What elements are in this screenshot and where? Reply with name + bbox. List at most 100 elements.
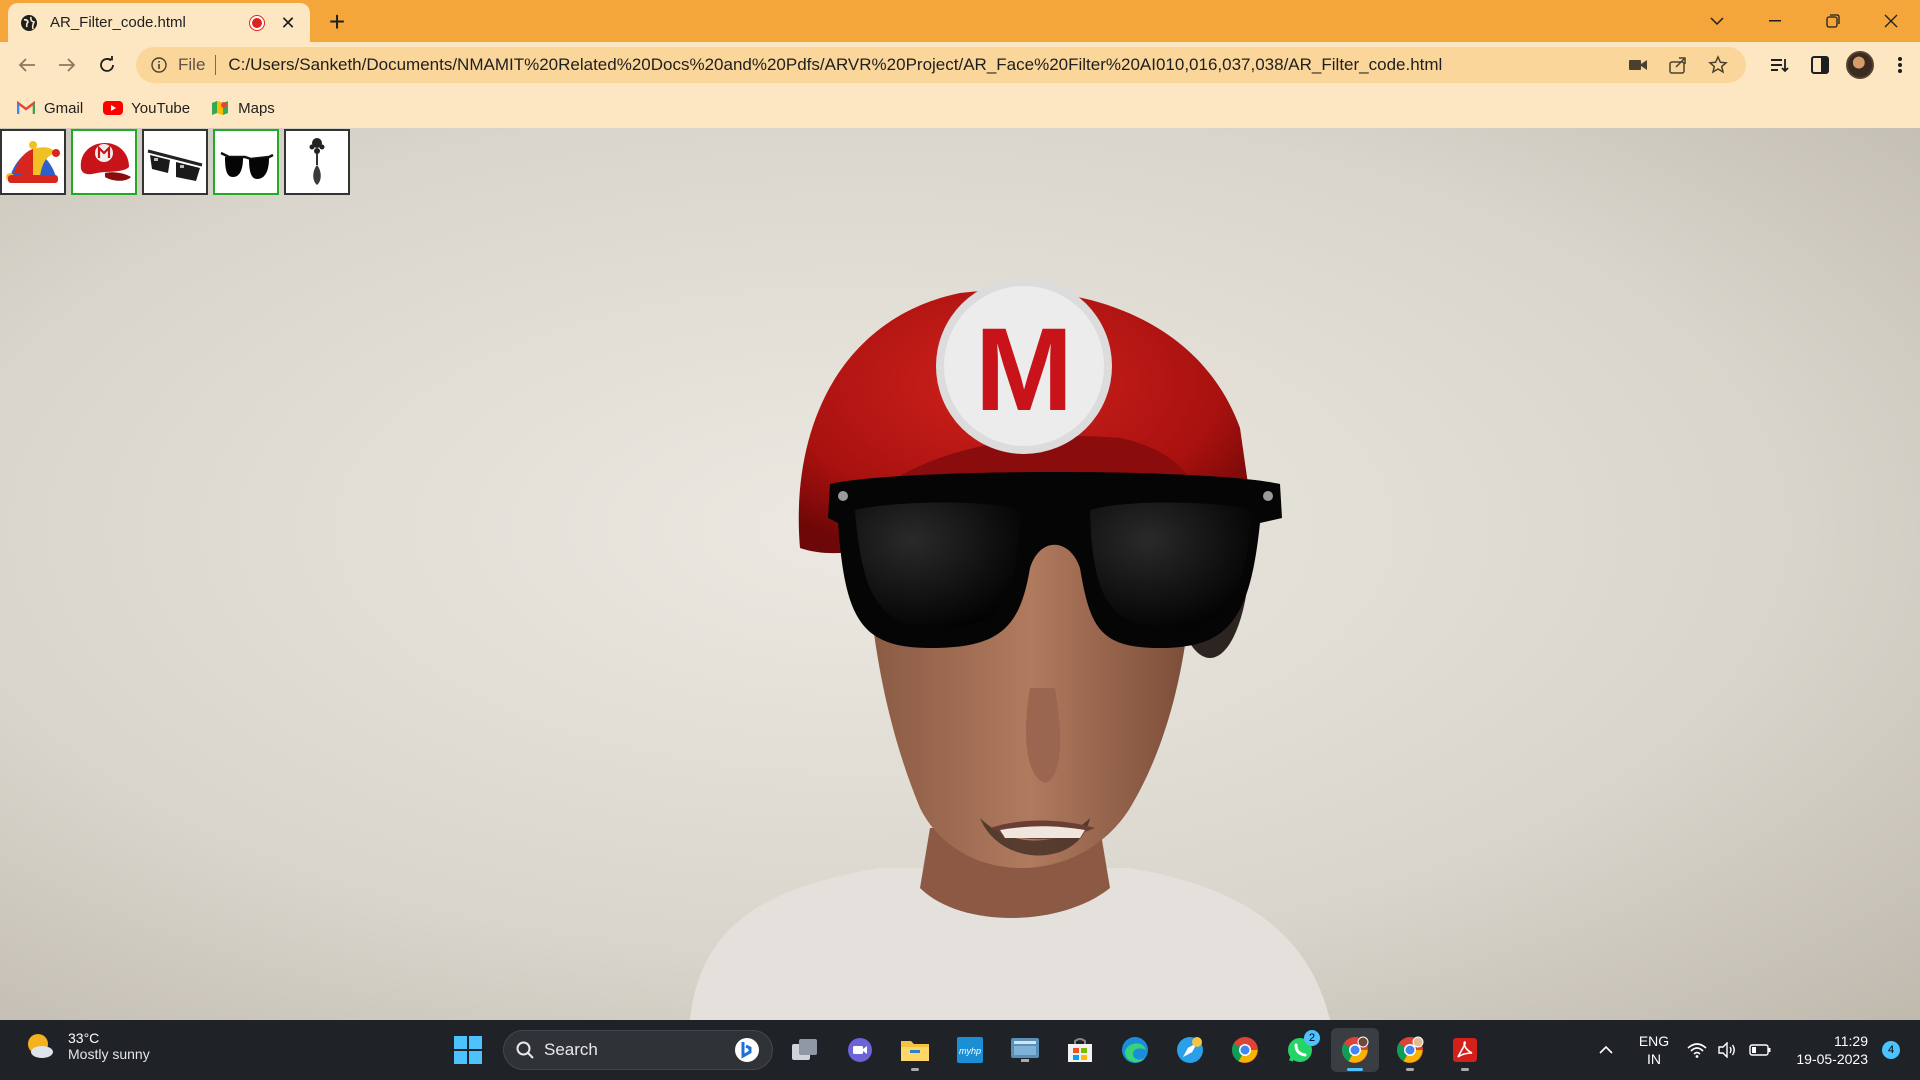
taskbar: 33°C Mostly sunny Search myhp 2 ENG IN 1… — [0, 1020, 1920, 1080]
bookmark-star-icon[interactable] — [1698, 50, 1738, 80]
folder-icon — [901, 1041, 929, 1061]
myhp-icon: myhp — [957, 1037, 983, 1063]
camera-in-use-icon[interactable] — [1618, 50, 1658, 80]
myhp-button[interactable]: myhp — [946, 1028, 994, 1072]
language-line-1: ENG — [1638, 1033, 1670, 1049]
video-chat-icon — [848, 1038, 872, 1062]
filter-jester-hat[interactable] — [0, 129, 66, 195]
jester-hat-icon — [6, 141, 60, 183]
chrome-profile-icon — [1396, 1036, 1424, 1063]
task-view-icon — [792, 1039, 817, 1060]
monitor-app-icon — [1011, 1038, 1039, 1062]
chrome-button[interactable] — [1221, 1028, 1269, 1072]
chrome-icon — [1231, 1037, 1258, 1063]
filter-mario-cap[interactable] — [71, 129, 137, 195]
sunglasses-icon — [220, 151, 274, 179]
start-button[interactable] — [444, 1028, 492, 1072]
filter-pixel-glasses[interactable] — [142, 129, 208, 195]
bookmark-youtube[interactable]: YouTube — [103, 100, 190, 117]
new-tab-button[interactable]: + — [322, 8, 352, 38]
pixel-glasses-icon — [147, 149, 203, 181]
youtube-icon — [103, 100, 124, 116]
chrome-profile-icon — [1341, 1036, 1369, 1063]
whatsapp-button[interactable]: 2 — [1276, 1028, 1324, 1072]
teams-chat-button[interactable] — [836, 1028, 884, 1072]
side-panel-icon[interactable] — [1800, 47, 1840, 83]
window-controls — [1688, 0, 1920, 42]
bookmark-maps[interactable]: Maps — [210, 100, 275, 117]
earring-icon — [309, 138, 325, 185]
toolbar-right-actions — [1760, 47, 1920, 83]
windows-logo-icon — [454, 1036, 482, 1064]
tab-close-icon[interactable]: ✕ — [278, 13, 298, 33]
compass-icon — [1177, 1037, 1203, 1063]
browser-tab-bar: AR_Filter_code.html ✕ + — [0, 0, 1920, 42]
address-bar[interactable]: File C:/Users/Sanketh/Documents/NMAMIT%2… — [136, 47, 1746, 83]
minimize-icon[interactable] — [1746, 0, 1804, 42]
reload-icon[interactable] — [92, 50, 122, 80]
address-scheme-label: File — [178, 55, 206, 74]
filter-earring[interactable] — [284, 129, 350, 195]
back-arrow-icon[interactable] — [12, 50, 42, 80]
globe-icon — [20, 14, 38, 32]
whatsapp-badge: 2 — [1304, 1030, 1320, 1046]
task-view-button[interactable] — [781, 1028, 829, 1072]
volume-icon[interactable] — [1712, 1020, 1742, 1080]
pdf-reader-icon — [1453, 1038, 1477, 1062]
share-icon[interactable] — [1658, 50, 1698, 80]
file-explorer-button[interactable] — [891, 1028, 939, 1072]
address-separator — [215, 55, 217, 75]
tab-search-icon[interactable] — [1688, 0, 1746, 42]
bookmark-label: YouTube — [131, 99, 191, 117]
cap-letter: M — [975, 304, 1073, 436]
weather-widget[interactable]: 33°C Mostly sunny — [24, 1030, 150, 1062]
maps-icon — [210, 100, 230, 116]
battery-icon[interactable] — [1742, 1020, 1778, 1080]
show-hidden-icons-chevron-icon[interactable] — [1586, 1020, 1626, 1080]
chrome-second-profile-button[interactable] — [1386, 1028, 1434, 1072]
notification-count-badge[interactable]: 4 — [1882, 1041, 1900, 1059]
gmail-icon — [16, 100, 36, 116]
browser-tab[interactable]: AR_Filter_code.html ✕ — [8, 3, 310, 42]
microsoft-store-button[interactable] — [1056, 1028, 1104, 1072]
webcam-scene: M — [0, 128, 1920, 1020]
restore-icon[interactable] — [1804, 0, 1862, 42]
address-actions — [1618, 50, 1738, 80]
chrome-active-button[interactable] — [1331, 1028, 1379, 1072]
webcam-ar-view: M — [0, 128, 1920, 1020]
bookmark-label: Gmail — [44, 99, 84, 117]
recording-indicator-icon — [250, 15, 264, 30]
close-window-icon[interactable] — [1862, 0, 1920, 42]
reading-list-icon[interactable] — [1760, 47, 1800, 83]
filter-sunglasses[interactable] — [213, 129, 279, 195]
clock-date: 19-05-2023 — [1796, 1051, 1868, 1067]
language-line-2: IN — [1647, 1051, 1661, 1067]
browser-toolbar: File C:/Users/Sanketh/Documents/NMAMIT%2… — [0, 42, 1920, 88]
address-url[interactable]: C:/Users/Sanketh/Documents/NMAMIT%20Rela… — [228, 55, 1618, 75]
bookmark-gmail[interactable]: Gmail — [16, 100, 83, 117]
search-label: Search — [544, 1040, 598, 1059]
hp-app-button[interactable] — [1001, 1028, 1049, 1072]
info-icon[interactable] — [150, 56, 168, 74]
input-language[interactable]: ENG IN — [1626, 1032, 1682, 1068]
taskbar-search[interactable]: Search — [503, 1030, 773, 1070]
taskbar-apps: Search myhp 2 — [444, 1028, 1496, 1072]
kebab-menu-icon[interactable] — [1880, 47, 1920, 83]
weather-temperature: 33°C — [68, 1030, 100, 1046]
edge-icon — [1122, 1037, 1148, 1063]
acrobat-button[interactable] — [1441, 1028, 1489, 1072]
profile-avatar[interactable] — [1840, 47, 1880, 83]
safari-like-button[interactable] — [1166, 1028, 1214, 1072]
mario-cap-icon — [80, 143, 131, 181]
tab-title: AR_Filter_code.html — [50, 14, 186, 31]
bookmark-label: Maps — [238, 99, 275, 117]
system-clock[interactable]: 11:29 19-05-2023 — [1778, 1032, 1868, 1068]
forward-arrow-icon[interactable] — [52, 50, 82, 80]
wifi-icon[interactable] — [1682, 1020, 1712, 1080]
weather-sunny-icon — [28, 1034, 53, 1058]
clock-time: 11:29 — [1834, 1033, 1868, 1049]
edge-button[interactable] — [1111, 1028, 1159, 1072]
store-icon — [1068, 1038, 1092, 1062]
system-tray: ENG IN 11:29 19-05-2023 4 — [1586, 1020, 1920, 1080]
bing-icon — [735, 1038, 759, 1062]
